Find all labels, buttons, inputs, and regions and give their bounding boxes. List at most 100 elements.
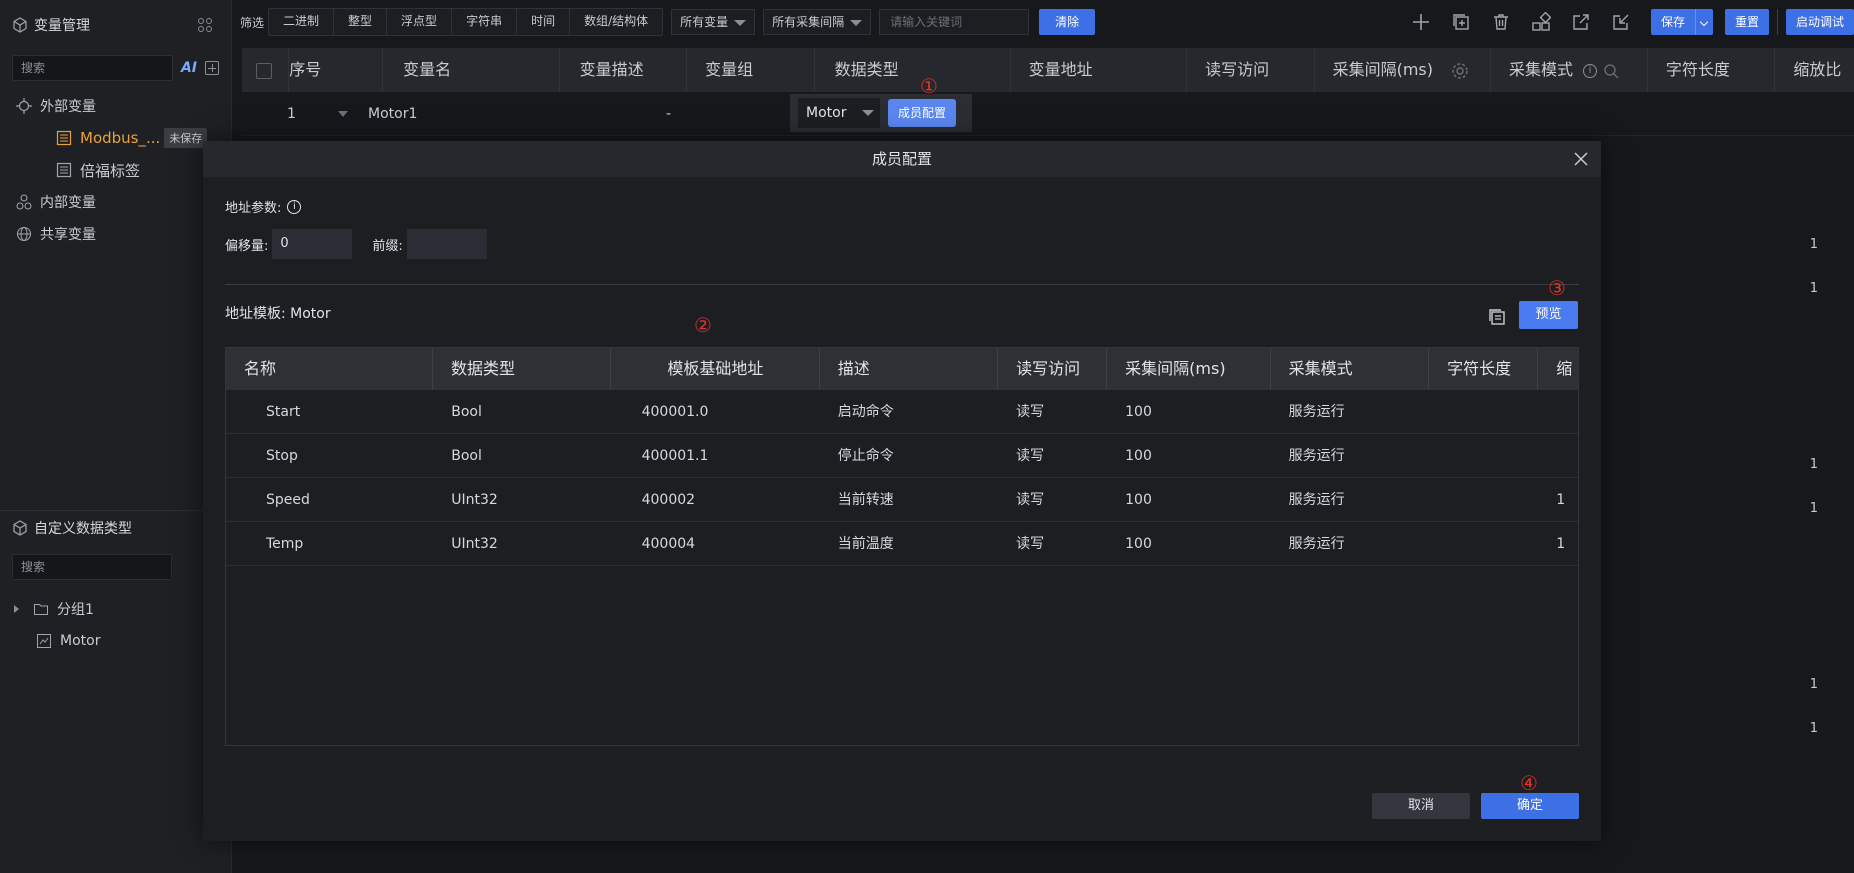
variable-manager-header: 变量管理: [0, 0, 231, 50]
col-member-length[interactable]: 字符长度: [1429, 348, 1539, 390]
table-row[interactable]: Stop Bool 400001.1 停止命令 读写 100 服务运行: [226, 434, 1578, 478]
export-icon[interactable]: [1571, 12, 1591, 32]
variable-scope-select[interactable]: 所有变量: [671, 9, 756, 35]
nodes-icon: [16, 194, 32, 210]
save-button[interactable]: 保存: [1650, 9, 1695, 35]
member-scale: [1538, 434, 1578, 478]
member-config-dialog: 成员配置 地址参数: i 偏移量: 0 前缀: 地址模板: Motor ② ③ …: [203, 141, 1601, 841]
ai-button[interactable]: AI: [181, 60, 197, 76]
address-template-label: 地址模板: Motor: [225, 306, 331, 322]
address-params-label: 地址参数:: [225, 201, 282, 216]
tree-item-label: Motor: [60, 633, 101, 649]
member-length: [1429, 522, 1538, 566]
filter-float[interactable]: 浮点型: [387, 9, 453, 35]
col-interval[interactable]: 采集间隔(ms): [1315, 48, 1491, 92]
col-member-type[interactable]: 数据类型: [433, 348, 612, 390]
tree-item-group1[interactable]: 分组1: [0, 593, 232, 625]
member-scale: 1: [1556, 536, 1566, 552]
keyword-input[interactable]: 请输入关键词: [879, 9, 1030, 35]
tree-item-internal-vars[interactable]: 内部变量: [0, 186, 231, 218]
close-icon[interactable]: [1573, 151, 1589, 167]
delete-icon[interactable]: [1491, 12, 1511, 32]
import-icon[interactable]: [1611, 12, 1631, 32]
info-icon[interactable]: i: [287, 199, 302, 214]
group-icon[interactable]: [1531, 11, 1552, 32]
member-type: Bool: [451, 404, 482, 420]
search-settings-icon[interactable]: [1603, 63, 1619, 79]
preview-button[interactable]: 预览: [1519, 301, 1578, 329]
col-group[interactable]: 变量组: [687, 48, 815, 92]
col-mode[interactable]: 采集模式 i: [1491, 48, 1648, 92]
member-length: [1429, 390, 1538, 434]
gear-icon[interactable]: [1451, 62, 1469, 80]
col-type[interactable]: 数据类型: [815, 48, 1011, 92]
table-row[interactable]: Temp UInt32 400004 当前温度 读写 100 服务运行 1: [226, 522, 1578, 566]
col-member-scale[interactable]: 缩: [1538, 348, 1578, 390]
member-config-button[interactable]: 成员配置: [888, 99, 957, 127]
tree-item-label: 共享变量: [40, 227, 96, 243]
table-row[interactable]: 1 Motor1 - Motor 成员配置: [242, 92, 1854, 136]
type-editor: Motor 成员配置: [790, 94, 972, 132]
table-icon: [56, 162, 72, 178]
tree-item-modbus[interactable]: Modbus_... 未保存: [0, 122, 231, 154]
toolbar: 筛选 二进制 整型 浮点型 字符串 时间 数组/结构体 所有变量 所有采集间隔 …: [232, 0, 1854, 44]
col-member-base-address[interactable]: 模板基础地址: [611, 348, 820, 390]
info-icon[interactable]: i: [1583, 63, 1598, 78]
copy-icon[interactable]: [1487, 307, 1507, 327]
custom-types-search-row: 搜索: [0, 549, 232, 585]
member-scale: [1538, 390, 1578, 434]
col-member-rw[interactable]: 读写访问: [998, 348, 1108, 390]
clear-button[interactable]: 清除: [1039, 9, 1096, 35]
member-mode: 服务运行: [1288, 492, 1345, 508]
filter-array-struct[interactable]: 数组/结构体: [570, 9, 663, 35]
col-member-interval[interactable]: 采集间隔(ms): [1107, 348, 1271, 390]
col-scale[interactable]: 缩放比: [1775, 48, 1854, 92]
member-interval: 100: [1125, 536, 1152, 552]
add-icon[interactable]: [1411, 12, 1431, 32]
prefix-input[interactable]: [406, 229, 487, 259]
filter-label: 筛选: [240, 15, 265, 30]
save-dropdown-icon[interactable]: [1694, 9, 1713, 35]
type-select[interactable]: Motor: [798, 98, 880, 128]
col-member-mode[interactable]: 采集模式: [1271, 348, 1430, 390]
cancel-button[interactable]: 取消: [1372, 793, 1470, 819]
custom-types-search-input[interactable]: 搜索: [12, 554, 172, 580]
col-desc[interactable]: 变量描述: [560, 48, 688, 92]
sidebar-search-input[interactable]: 搜索: [12, 55, 173, 81]
reset-button[interactable]: 重置: [1724, 9, 1769, 35]
tree-item-external-vars[interactable]: 外部变量: [0, 90, 231, 122]
row-name: Motor1: [368, 105, 418, 122]
col-length[interactable]: 字符长度: [1648, 48, 1776, 92]
filter-time[interactable]: 时间: [517, 9, 571, 35]
interval-select[interactable]: 所有采集间隔: [763, 9, 872, 35]
dialog-title: 成员配置: [871, 150, 932, 168]
tree-item-motor-type[interactable]: Motor: [0, 625, 232, 657]
start-debug-button[interactable]: 启动调试: [1785, 9, 1854, 35]
member-rw: 读写: [1016, 536, 1045, 552]
member-address: 400004: [641, 536, 696, 552]
filter-string[interactable]: 字符串: [452, 9, 518, 35]
tree-item-shared-vars[interactable]: 共享变量: [0, 218, 231, 250]
col-member-name[interactable]: 名称: [226, 348, 434, 390]
col-index[interactable]: 序号: [289, 48, 384, 92]
confirm-button[interactable]: 确定: [1481, 793, 1579, 819]
expand-caret-icon[interactable]: [14, 605, 19, 613]
filter-integer[interactable]: 整型: [334, 9, 388, 35]
offset-input[interactable]: 0: [272, 229, 353, 259]
member-interval: 100: [1125, 404, 1152, 420]
col-rw[interactable]: 读写访问: [1187, 48, 1315, 92]
tree-item-beckhoff[interactable]: 倍福标签: [0, 154, 231, 186]
row-expand-icon[interactable]: [338, 110, 348, 117]
table-row[interactable]: Start Bool 400001.0 启动命令 读写 100 服务运行: [226, 390, 1578, 434]
col-mode-label: 采集模式: [1509, 60, 1574, 79]
col-address[interactable]: 变量地址: [1011, 48, 1188, 92]
duplicate-icon[interactable]: [1451, 12, 1471, 32]
layout-grid-icon[interactable]: [197, 17, 213, 33]
select-all-checkbox[interactable]: [256, 62, 272, 79]
col-member-desc[interactable]: 描述: [820, 348, 999, 390]
filter-binary[interactable]: 二进制: [269, 9, 335, 35]
table-row[interactable]: Speed UInt32 400002 当前转速 读写 100 服务运行 1: [226, 478, 1578, 522]
add-icon[interactable]: [205, 61, 219, 75]
col-name[interactable]: 变量名: [383, 48, 560, 92]
scale-value: 1: [1809, 457, 1818, 472]
